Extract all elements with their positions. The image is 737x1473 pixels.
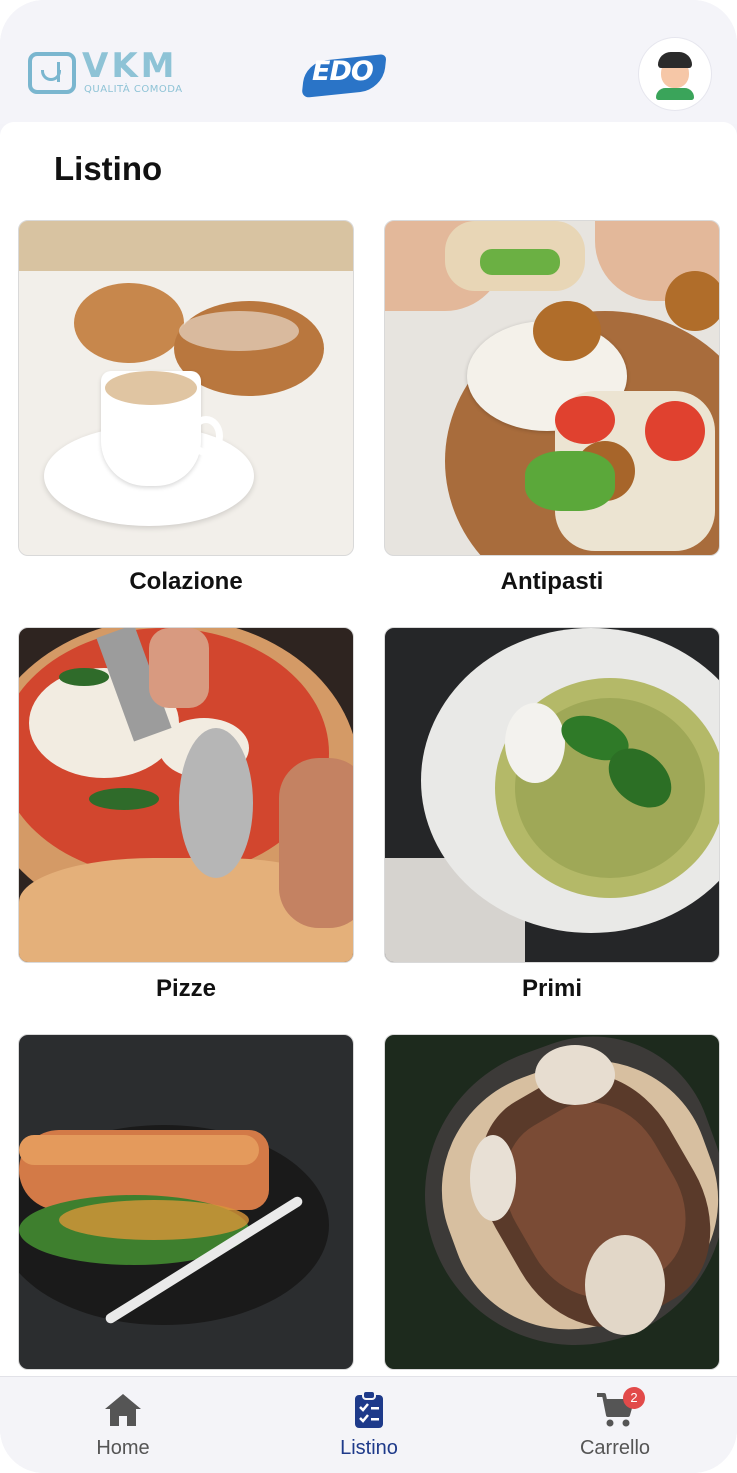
category-card-antipasti[interactable]: Antipasti (384, 220, 720, 596)
category-card-fish[interactable] (18, 1034, 354, 1382)
nav-item-home[interactable]: Home (53, 1391, 193, 1460)
category-label: Primi (521, 975, 583, 1002)
breakfast-photo (18, 220, 354, 556)
cart-icon: 2 (595, 1387, 645, 1429)
category-label: Antipasti (500, 568, 604, 595)
category-card-primi[interactable]: Primi (384, 627, 720, 1003)
category-card-meat[interactable] (384, 1034, 720, 1382)
vkm-logo[interactable]: VKM QUALITÀ COMODA (28, 46, 182, 98)
vkm-logo-mark (28, 52, 76, 94)
clipboard-list-icon (349, 1390, 389, 1429)
pasta-photo (384, 627, 720, 963)
cart-badge: 2 (623, 1387, 645, 1409)
category-label: Pizze (155, 975, 217, 1002)
appetizer-photo (384, 220, 720, 556)
nav-label: Carrello (579, 1437, 651, 1459)
edo-logo-text: EDO (312, 56, 374, 87)
category-card-colazione[interactable]: Colazione (18, 220, 354, 596)
nav-item-carrello[interactable]: 2 Carrello (545, 1387, 685, 1460)
nav-label: Home (96, 1437, 150, 1459)
nav-item-listino[interactable]: Listino (299, 1390, 439, 1460)
nav-label: Listino (340, 1437, 398, 1459)
app-screen: VKM QUALITÀ COMODA EDO Listino Colazione… (0, 0, 737, 1473)
vkm-logo-text: VKM (82, 46, 178, 86)
category-card-pizze[interactable]: Pizze (18, 627, 354, 1003)
home-icon (103, 1391, 143, 1429)
page-title: Listino (54, 150, 163, 187)
edo-logo[interactable]: EDO (300, 50, 390, 99)
fish-photo (18, 1034, 354, 1370)
vkm-logo-subtitle: QUALITÀ COMODA (84, 84, 183, 95)
avatar-body-icon (656, 88, 694, 100)
app-header: VKM QUALITÀ COMODA EDO (0, 0, 737, 124)
avatar-hair-icon (658, 52, 692, 68)
user-avatar-button[interactable] (639, 38, 711, 110)
bottom-navigation: Home Listino 2 Carrello (0, 1376, 737, 1473)
pizza-photo (18, 627, 354, 963)
listino-content: Listino Colazione Antipasti Pizze Primi (0, 122, 737, 1382)
meat-photo (384, 1034, 720, 1370)
category-label: Colazione (129, 568, 243, 595)
